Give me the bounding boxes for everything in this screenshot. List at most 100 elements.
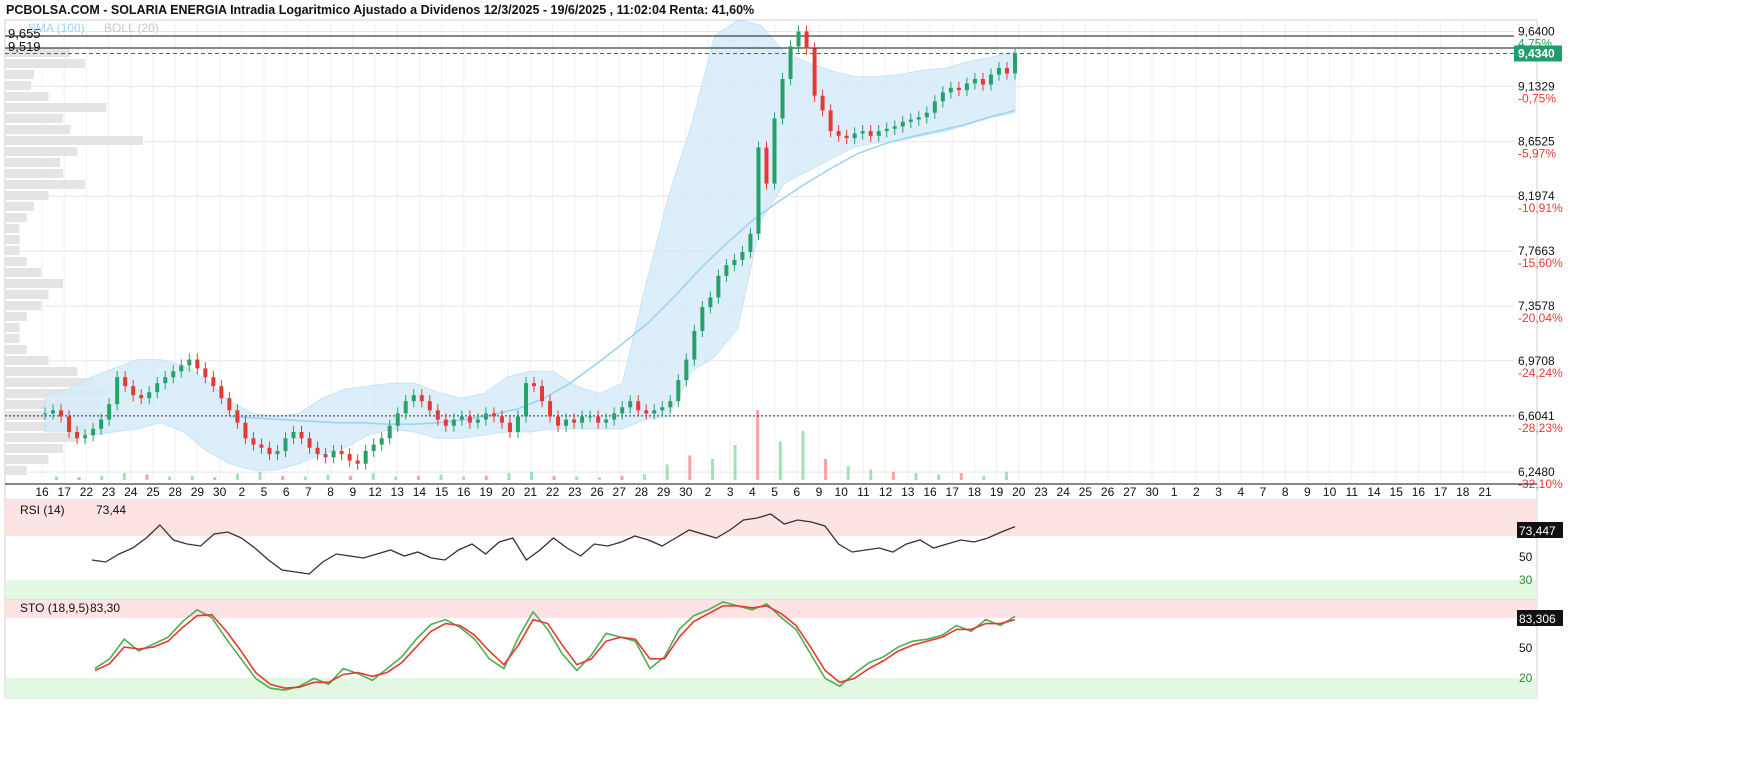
candle-body: [147, 392, 152, 399]
price-tick-pct: -24,24%: [1518, 366, 1563, 380]
date-tick-label: 15: [1390, 485, 1404, 499]
candle-body: [572, 419, 577, 423]
volume-bar: [620, 475, 624, 480]
rsi-level-50: 50: [1519, 550, 1533, 564]
candle-body: [716, 275, 721, 298]
candle-body: [59, 410, 64, 417]
volume-bar: [597, 477, 601, 480]
date-tick-label: 26: [1101, 485, 1115, 499]
volume-profile-bar: [5, 125, 71, 134]
candle-body: [804, 31, 809, 49]
volume-bar: [281, 475, 285, 480]
candle-body: [395, 413, 400, 426]
volume-bar: [937, 474, 941, 480]
price-axis: 9,64004,75%9,1329-0,75%8,6525-5,97%8,197…: [1518, 25, 1563, 492]
volume-profile-bar: [5, 169, 63, 178]
candle-body: [387, 425, 392, 439]
candle-body: [564, 419, 569, 426]
price-tick-pct: -5,97%: [1518, 146, 1556, 160]
candle-body: [419, 395, 424, 402]
date-tick-label: 5: [261, 485, 268, 499]
volume-profile-bar: [5, 191, 49, 200]
date-tick-label: 24: [1057, 485, 1071, 499]
candle-body: [676, 380, 681, 402]
chart-canvas[interactable]: 9,4340 9,64004,75%9,1329-0,75%8,6525-5,9…: [0, 0, 1749, 782]
volume-bar: [733, 445, 737, 480]
candle-body: [660, 407, 665, 411]
candle-body: [996, 68, 1001, 75]
candle-body: [860, 131, 865, 134]
candle-body: [43, 413, 47, 415]
candle-body: [331, 450, 336, 458]
candle-body: [483, 413, 488, 420]
candle-body: [1013, 53, 1017, 74]
volume-profile-bar: [5, 312, 27, 321]
date-tick-label: 16: [457, 485, 471, 499]
candle-body: [900, 121, 905, 127]
candle-body: [123, 377, 128, 387]
volume-bar: [665, 464, 669, 480]
volume-profile-bar: [5, 136, 143, 145]
candle-body: [964, 83, 969, 91]
candle-body: [83, 435, 88, 439]
candle-body: [339, 450, 344, 455]
candle-body: [644, 410, 649, 414]
volume-profile-bar: [5, 158, 61, 167]
candle-body: [259, 444, 264, 448]
candle-body: [892, 126, 897, 129]
price-tick-pct: -28,23%: [1518, 421, 1563, 435]
volume-bar: [326, 475, 330, 480]
date-tick-label: 23: [1034, 485, 1048, 499]
volume-bar: [756, 410, 760, 480]
candle-body: [628, 401, 633, 408]
candle-body: [467, 416, 472, 423]
candle-body: [796, 31, 801, 47]
date-tick-label: 18: [1456, 485, 1470, 499]
candle-body: [556, 416, 561, 426]
volume-profile-bar: [5, 246, 20, 255]
volume-profile-bar: [5, 213, 27, 222]
date-tick-label: 20: [1012, 485, 1026, 499]
candle-body: [932, 101, 937, 113]
date-tick-label: 9: [349, 485, 356, 499]
rsi-oversold-band: [5, 580, 1537, 600]
rsi-label: RSI (14): [20, 503, 65, 517]
candle-body: [475, 419, 480, 423]
candle-body: [203, 368, 208, 378]
volume-bar: [100, 475, 104, 480]
date-tick-label: 3: [727, 485, 734, 499]
candle-body: [275, 450, 280, 455]
candle-body: [540, 386, 545, 402]
candle-body: [107, 404, 112, 420]
volume-profile-bar: [5, 268, 42, 277]
volume-profile-bar: [5, 433, 78, 442]
candle-body: [115, 377, 120, 405]
date-tick-label: 30: [679, 485, 693, 499]
date-tick-label: 28: [169, 485, 183, 499]
candle-body: [163, 377, 168, 384]
date-tick-label: 10: [1323, 485, 1337, 499]
volume-bar: [235, 473, 239, 480]
date-tick-label: 17: [58, 485, 72, 499]
volume-bar: [145, 474, 149, 480]
volume-profile-bar: [5, 367, 78, 376]
candle-body: [756, 147, 761, 234]
volume-profile-bar: [5, 356, 49, 365]
candle-body: [924, 112, 929, 118]
candle-body: [844, 135, 849, 139]
sto-label: STO (18,9,5): [20, 601, 89, 615]
candle-body: [371, 444, 376, 451]
candle-body: [908, 119, 913, 122]
candle-body: [499, 416, 504, 423]
volume-profile-bar: [5, 92, 49, 101]
date-tick-label: 24: [124, 485, 138, 499]
candle-body: [972, 78, 977, 84]
volume-bar: [1005, 471, 1008, 480]
date-tick-label: 27: [613, 485, 627, 499]
date-tick-label: 16: [35, 485, 49, 499]
date-tick-label: 7: [305, 485, 312, 499]
sma-legend: SMA (100): [28, 21, 85, 35]
candle-body: [139, 395, 144, 399]
candle-body: [523, 383, 528, 417]
candle-body: [67, 416, 72, 432]
